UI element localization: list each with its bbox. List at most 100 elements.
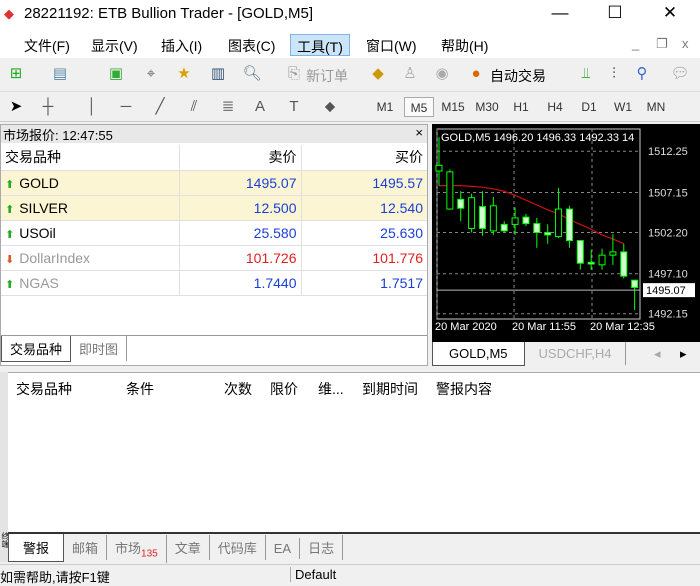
timeframe-w1[interactable]: W1 — [608, 97, 638, 117]
tab-alerts[interactable]: 警报 — [8, 534, 65, 562]
shapes-icon[interactable]: ⬥ — [318, 96, 342, 118]
alerts-header-symbol[interactable]: 交易品种 — [16, 379, 72, 399]
text-label-icon[interactable]: T — [282, 96, 306, 118]
candle-body — [609, 251, 617, 256]
menu-insert[interactable]: 插入(I) — [155, 34, 208, 56]
alerts-header-counter[interactable]: 次数 — [224, 379, 252, 399]
horizontal-line-icon[interactable]: ─ — [114, 96, 138, 118]
profiles-icon[interactable]: ▤ — [48, 63, 72, 85]
new-chart-icon[interactable]: ⊞ — [4, 63, 28, 85]
navigator-icon[interactable]: ★ — [172, 63, 196, 85]
alerts-header-event[interactable]: 警报内容 — [436, 379, 492, 399]
equidistant-channel-icon[interactable]: ⫽ — [182, 96, 206, 118]
tab-experts[interactable]: EA — [266, 538, 301, 559]
market-watch-row[interactable]: ⬆ SILVER 12.500 12.540 — [1, 195, 427, 221]
tab-symbols[interactable]: 交易品种 — [1, 336, 72, 362]
header-symbol[interactable]: 交易品种 — [1, 145, 179, 171]
terminal-icon[interactable]: ▥ — [206, 63, 230, 85]
bid-cell: 101.726 — [178, 245, 301, 271]
close-button[interactable]: ✕ — [655, 3, 685, 25]
tab-mailbox[interactable]: 邮箱 — [64, 535, 108, 560]
ask-cell: 25.630 — [300, 220, 427, 246]
timeframe-d1[interactable]: D1 — [574, 97, 604, 117]
menu-chart[interactable]: 图表(C) — [222, 34, 281, 56]
y-tick-label: 1512.25 — [648, 146, 688, 158]
zoom-in-icon[interactable]: ⚲ — [630, 63, 654, 85]
drawing-toolbar: ➤ ┼ │ ─ ╱ ⫽ ≣ A T ⬥ M1 M5 M15 M30 H1 H4 … — [0, 92, 700, 122]
y-tick-label: 1502.20 — [648, 227, 688, 239]
metaeditor-icon[interactable]: ◆ — [366, 63, 390, 85]
tab-code-base[interactable]: 代码库 — [210, 535, 266, 560]
timeframe-mn[interactable]: MN — [641, 97, 671, 117]
price-chart[interactable]: 1512.25 1507.15 1502.20 1497.10 1492.15 1495.… — [432, 124, 700, 342]
header-bid[interactable]: 卖价 — [178, 145, 301, 171]
scroll-left-icon[interactable]: ◂ — [654, 346, 661, 362]
cursor-icon[interactable]: ➤ — [4, 96, 28, 118]
mdi-restore-button[interactable]: ❐ — [656, 36, 668, 52]
chart-canvas[interactable]: 1512.25 1507.15 1502.20 1497.10 1492.15 1495.… — [432, 124, 700, 342]
tab-market[interactable]: 市场135 — [107, 535, 167, 563]
market-watch-header: 市场报价: 12:47:55 × — [1, 125, 427, 143]
timeframe-m5[interactable]: M5 — [404, 97, 434, 117]
tab-tick-chart[interactable]: 即时图 — [71, 336, 128, 361]
menu-help[interactable]: 帮助(H) — [435, 34, 494, 56]
alerts-header-timeout[interactable]: 维... — [318, 379, 344, 399]
market-watch-row[interactable]: ⬆ GOLD 1495.07 1495.57 — [1, 170, 427, 196]
tab-articles[interactable]: 文章 — [167, 535, 210, 560]
alerts-header-expiration[interactable]: 到期时间 — [362, 379, 418, 399]
auto-trading-button[interactable]: 自动交易 — [490, 66, 546, 86]
bar-chart-icon[interactable]: ⫫ — [574, 63, 598, 85]
ask-cell: 12.540 — [300, 195, 427, 221]
market-watch-row[interactable]: ⬆ NGAS 1.7440 1.7517 — [1, 270, 427, 296]
text-icon[interactable]: A — [248, 96, 272, 118]
timeframe-m15[interactable]: M15 — [438, 97, 468, 117]
tester-icon[interactable]: 🔍︎ — [240, 63, 264, 85]
close-panel-icon[interactable]: × — [415, 125, 423, 140]
minimize-button[interactable]: — — [545, 3, 575, 25]
vps-icon[interactable]: ◉ — [430, 63, 454, 85]
new-order-button[interactable]: 新订单 — [306, 66, 348, 86]
scroll-right-icon[interactable]: ▸ — [680, 346, 687, 362]
menu-window[interactable]: 窗口(W) — [360, 34, 423, 56]
market-watch-icon[interactable]: ▣ — [104, 63, 128, 85]
timeframe-h1[interactable]: H1 — [506, 97, 536, 117]
symbol-cell: ⬆ GOLD — [1, 170, 179, 196]
standard-toolbar: ⊞ ▤ ▣ ⌖ ★ ▥ 🔍︎ ⎘ 新订单 ◆ ♙ ◉ ● 自动交易 ⫫ ⫶ ⚲ … — [0, 58, 700, 92]
data-window-icon[interactable]: ⌖ — [139, 63, 163, 85]
fibonacci-icon[interactable]: ≣ — [216, 96, 240, 118]
ask-cell: 1.7517 — [300, 270, 427, 296]
symbol-name: NGAS — [19, 274, 59, 291]
market-watch-tabs: 交易品种 即时图 — [1, 335, 427, 362]
timeframe-h4[interactable]: H4 — [540, 97, 570, 117]
market-watch-row[interactable]: ⬆ USOil 25.580 25.630 — [1, 220, 427, 246]
candlestick-icon[interactable]: ⫶ — [602, 63, 626, 85]
crosshair-icon[interactable]: ┼ — [36, 96, 60, 118]
alerts-header-limit[interactable]: 限价 — [270, 379, 298, 399]
menu-tools[interactable]: 工具(T) — [290, 34, 350, 56]
timeframe-m1[interactable]: M1 — [370, 97, 400, 117]
vertical-line-icon[interactable]: │ — [80, 96, 104, 118]
alerts-header-condition[interactable]: 条件 — [126, 379, 154, 399]
candle-body — [620, 251, 628, 277]
menu-view[interactable]: 显示(V) — [85, 34, 144, 56]
timeframe-m30[interactable]: M30 — [472, 97, 502, 117]
ask-cell: 1495.57 — [300, 170, 427, 196]
chart-tab-usdchf-h4[interactable]: USDCHF,H4 — [525, 342, 627, 365]
status-profile: Default — [290, 567, 336, 582]
new-order-icon[interactable]: ⎘ — [282, 63, 306, 85]
terminal-side-bar: 终端 — [0, 372, 10, 562]
maximize-button[interactable]: ☐ — [600, 3, 630, 25]
mdi-minimize-button[interactable]: _ — [632, 36, 639, 51]
chat-icon[interactable]: 💬︎ — [668, 63, 692, 85]
trendline-icon[interactable]: ╱ — [148, 96, 172, 118]
menu-file[interactable]: 文件(F) — [18, 34, 76, 56]
chart-tab-gold-m5[interactable]: GOLD,M5 — [432, 342, 525, 366]
market-watch-title: 市场报价: 12:47:55 — [3, 128, 113, 143]
market-watch-row[interactable]: ⬇ DollarIndex 101.726 101.776 — [1, 245, 427, 271]
auto-trading-icon[interactable]: ● — [464, 63, 488, 85]
signals-icon[interactable]: ♙ — [398, 63, 422, 85]
candle-body — [533, 223, 541, 233]
tab-journal[interactable]: 日志 — [300, 535, 344, 560]
mdi-close-button[interactable]: x — [682, 36, 689, 51]
header-ask[interactable]: 买价 — [300, 145, 427, 171]
